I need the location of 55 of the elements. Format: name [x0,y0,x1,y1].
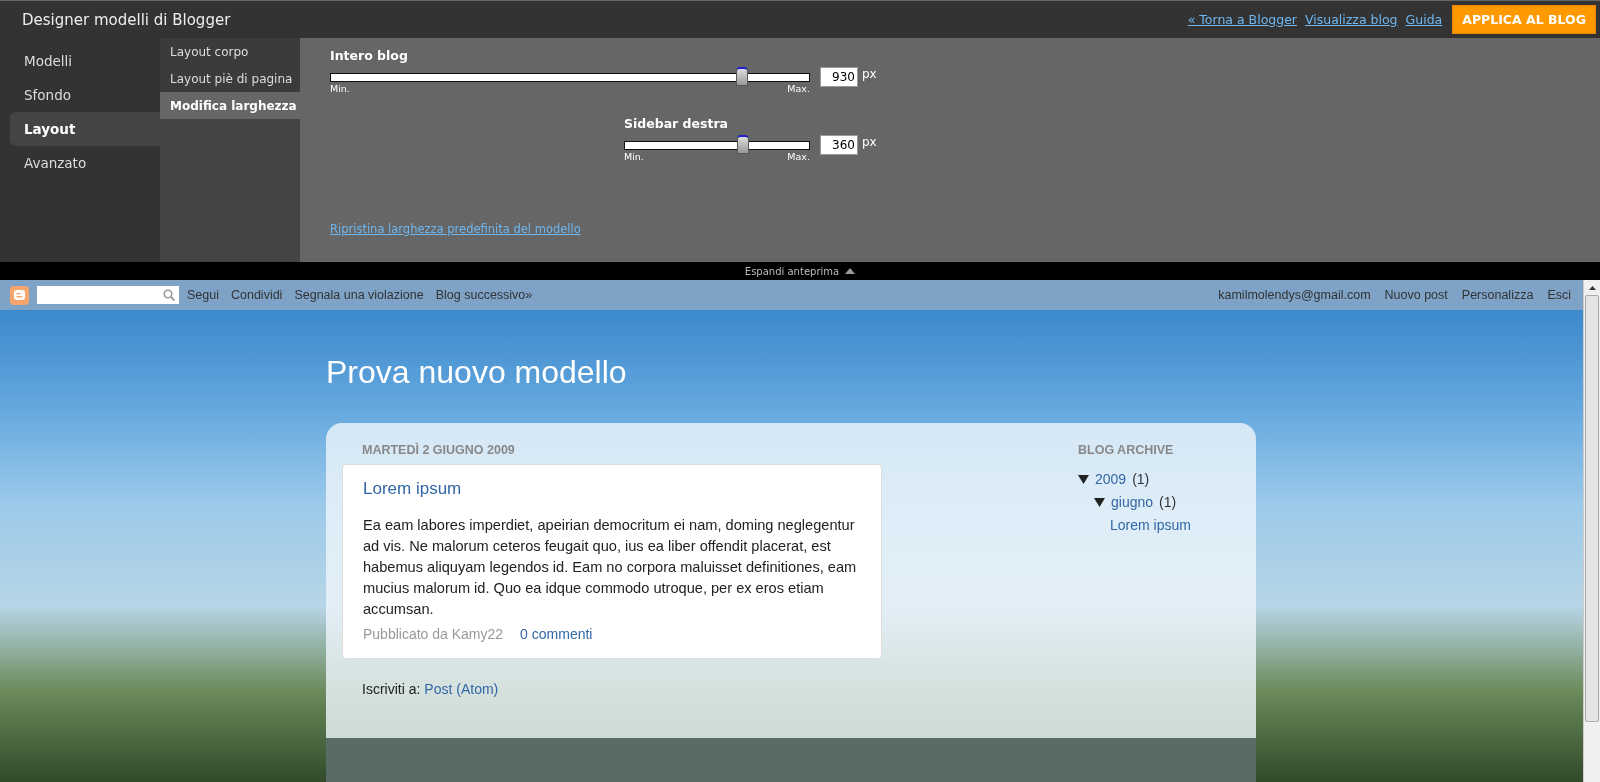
header-link[interactable]: « Torna a Blogger [1187,12,1297,27]
slider-label: Sidebar destra [624,116,730,131]
max-label: Max. [787,83,810,94]
navbar-link[interactable]: Esci [1547,288,1571,302]
scroll-thumb[interactable] [1585,295,1599,722]
navbar-link[interactable]: Condividi [231,288,283,302]
width-input[interactable]: 360 [820,135,858,155]
navbar-link[interactable]: kamilmolendys@gmail.com [1218,288,1371,302]
slider-label: Intero blog [330,48,409,63]
navbar-link[interactable]: Nuovo post [1384,288,1448,302]
nav-item[interactable]: Modelli [10,44,160,78]
max-label: Max. [787,151,810,162]
archive-count: (1) [1159,493,1177,510]
triangle-up-icon [845,268,856,274]
subnav-item[interactable]: Modifica larghezza [160,92,300,119]
search-icon [163,289,175,301]
unit-label: px [862,135,877,149]
nav-item[interactable]: Sfondo [10,78,160,112]
post-date: MARTEDÌ 2 GIUGNO 2009 [362,443,516,457]
blog-title: Prova nuovo modello [326,354,627,391]
search-field[interactable] [37,286,179,304]
scroll-up-icon[interactable] [1588,285,1596,290]
app-title: Designer modelli di Blogger [22,10,232,29]
archive-link[interactable]: 2009 [1095,470,1127,487]
post-body: Ea eam labores imperdiet, apeirian democritum ei nam, doming neglegentur ad vis. Ne malorum ceteros feugait quo, ius ea liber offendit placerat, est habemus aliquyam legendos id. Eam no corpora maluisset definitiones, eam mucius malorum id. Quo ea idque commodo utroque, per ex eros etiam accumsan. [363,516,858,619]
navbar-link[interactable]: Segui [187,288,219,302]
header-link[interactable]: Visualizza blog [1305,12,1398,27]
min-label: Min. [624,151,644,162]
subscribe-label: Iscriviti a: [362,681,421,697]
blog-logo-icon[interactable] [10,285,29,305]
subnav-item[interactable]: Layout piè di pagina [160,65,300,92]
slider-thumb[interactable] [736,135,749,154]
collapse-triangle-icon[interactable] [1078,473,1089,484]
slider-thumb[interactable] [736,67,749,86]
subscribe-link[interactable]: Post (Atom) [424,681,499,697]
width-input[interactable]: 930 [820,67,858,87]
min-label: Min. [330,83,350,94]
nav-item[interactable]: Layout [10,112,160,146]
archive-count: (1) [1132,470,1150,487]
unit-label: px [862,67,877,81]
scrollbar[interactable] [1583,280,1600,782]
post-title[interactable]: Lorem ipsum [363,479,462,499]
archive-link[interactable]: giugno [1111,493,1154,510]
subnav-item[interactable]: Layout corpo [160,38,300,65]
nav-item[interactable]: Avanzato [10,146,160,180]
archive-link[interactable]: Lorem ipsum [1110,516,1191,533]
collapse-triangle-icon[interactable] [1094,496,1105,507]
comments-link[interactable]: 0 commenti [520,626,593,642]
navbar-link[interactable]: Segnala una violazione [294,288,424,302]
navbar-link[interactable]: Blog successivo» [435,288,533,302]
expand-preview-button[interactable]: Espandi anteprima [744,265,856,277]
header-link[interactable]: Guida [1405,12,1443,27]
post-author: Pubblicato da Kamy22 [363,626,504,642]
archive-heading: BLOG ARCHIVE [1078,443,1175,457]
navbar-link[interactable]: Personalizza [1461,288,1534,302]
